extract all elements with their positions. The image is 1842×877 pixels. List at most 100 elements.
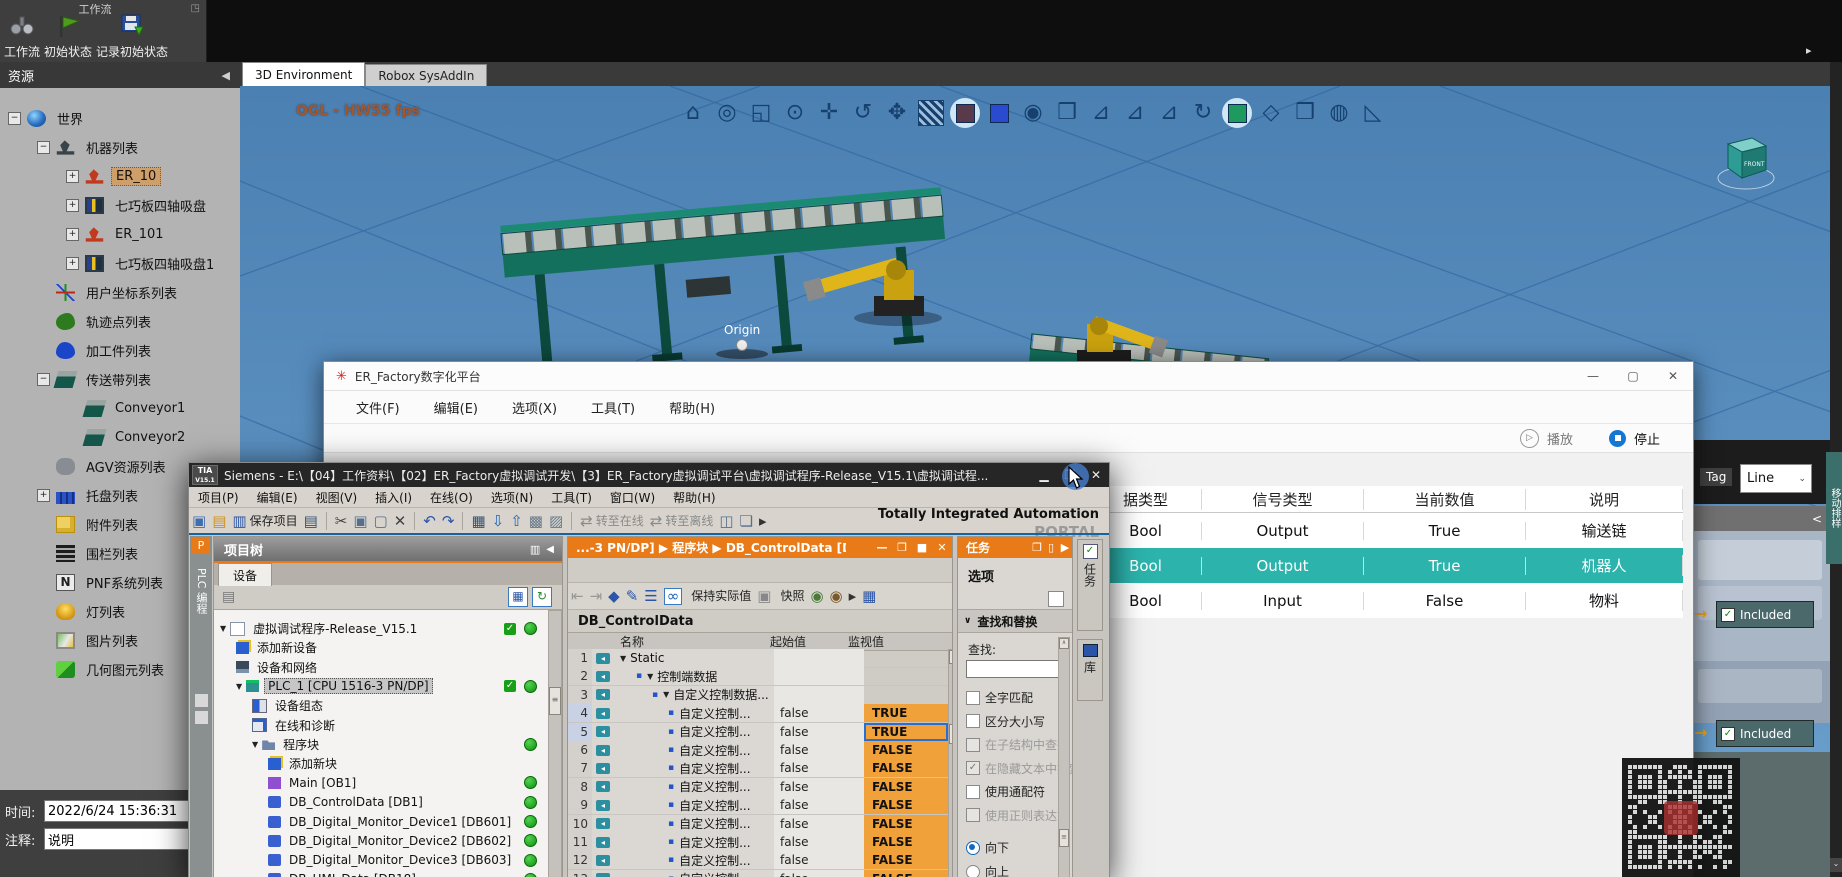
db-start-value[interactable]	[774, 667, 864, 685]
db-row-2[interactable]: 3◂▪▼自定义控制数据...	[568, 686, 948, 705]
right-vertical-tab[interactable]: 移动排样	[1826, 452, 1842, 564]
db-monitor-value[interactable]	[864, 649, 948, 667]
panel-collapse-icon[interactable]: ◀	[546, 544, 554, 555]
maximize-button[interactable]: ▢	[1613, 369, 1653, 383]
caret-down-icon[interactable]: ▼	[252, 740, 258, 749]
collapse-resource-panel-icon[interactable]: ◀	[222, 69, 230, 82]
side-tab-tasks[interactable]: ✓ 任务	[1077, 539, 1103, 631]
db-row-11[interactable]: 12◂▪自定义控制...falseFALSE	[568, 851, 948, 870]
collapse-right-panel-icon[interactable]: <	[1812, 512, 1822, 526]
resource-item-1[interactable]: −机器列表	[0, 133, 238, 162]
append-row-icon[interactable]: ⇥	[590, 589, 603, 604]
project-tree-item-10[interactable]: DB_Digital_Monitor_Device1 [DB601]	[214, 812, 560, 831]
right-panel-card[interactable]	[1698, 540, 1822, 580]
resource-item-8[interactable]: 加工件列表	[0, 336, 238, 365]
close-button[interactable]: ✕	[1653, 369, 1693, 383]
resource-item-9[interactable]: −传送带列表	[0, 365, 238, 394]
update-start-icon[interactable]: ✎	[626, 589, 639, 604]
resource-item-5[interactable]: +七巧板四轴吸盘1	[0, 249, 238, 278]
sphere-points-icon[interactable]: ◍	[1322, 96, 1356, 130]
db-row-1[interactable]: 2◂▪▼控制端数据	[568, 667, 948, 686]
cut-icon[interactable]: ✂	[335, 514, 348, 529]
db-monitor-value[interactable]	[864, 686, 948, 704]
project-tree-item-1[interactable]: 添加新设备	[214, 638, 560, 657]
sort-icon[interactable]: ▤	[222, 589, 235, 605]
find-input[interactable]	[966, 660, 1066, 678]
task-tool-icon[interactable]	[1048, 591, 1064, 607]
insert-row-icon[interactable]: ⇤	[571, 589, 584, 604]
tab-3d-environment[interactable]: 3D Environment	[242, 62, 365, 87]
box-view-icon[interactable]: ❒	[1050, 96, 1084, 130]
monitor-row-0[interactable]: BoolOutputTrue输送链	[1090, 513, 1683, 548]
snapshot-button[interactable]: 快照	[777, 590, 804, 602]
direction-radio-1[interactable]: 向上	[966, 863, 1009, 877]
project-tree-item-5[interactable]: 在线和诊断	[214, 716, 560, 735]
project-tree-item-13[interactable]: DB_HMI_Data [DB18]	[214, 870, 560, 877]
online-overview-icon[interactable]: ◫	[719, 514, 733, 529]
db-start-value[interactable]: false	[774, 778, 864, 796]
find-option-4[interactable]: 使用通配符	[966, 783, 1073, 800]
expand-all-icon[interactable]: ☰	[644, 589, 657, 604]
side-tab-library[interactable]: 库	[1077, 639, 1103, 701]
find-option-1[interactable]: 区分大小写	[966, 713, 1073, 730]
zoom-icon[interactable]: ⊙	[778, 96, 812, 130]
copy-icon[interactable]: ▣	[353, 514, 367, 529]
task-expand-icon[interactable]: ▶	[1058, 541, 1072, 554]
tia-menu-1[interactable]: 编辑(E)	[257, 489, 298, 506]
shaded-style-icon[interactable]	[948, 96, 982, 130]
strip-icon[interactable]	[195, 711, 208, 724]
db-monitor-value[interactable]: FALSE	[864, 851, 948, 869]
tia-menu-5[interactable]: 选项(N)	[491, 489, 533, 506]
checkbox-icon[interactable]	[966, 714, 980, 728]
strip-icon[interactable]	[195, 694, 208, 707]
resource-item-6[interactable]: 用户坐标系列表	[0, 278, 238, 307]
db-monitor-value[interactable]: TRUE	[864, 723, 948, 741]
tia-menu-4[interactable]: 在线(O)	[430, 489, 473, 506]
load-snapshot-icon[interactable]: ◉	[830, 589, 843, 604]
tia-title-bar[interactable]: TIAV15.1 Siemens - E:\【04】工作资料\【02】ER_Fa…	[189, 463, 1109, 487]
editor-float-icon[interactable]: ❐	[892, 541, 912, 554]
tia-minimize-button[interactable]: ▁	[1031, 468, 1057, 482]
center-target-icon[interactable]: ◉	[1016, 96, 1050, 130]
note-input[interactable]	[44, 828, 192, 850]
project-tree-item-7[interactable]: 添加新块	[214, 754, 560, 773]
tree-expander-icon[interactable]: +	[66, 228, 79, 241]
ribbon-button-1[interactable]: 初始状态	[44, 12, 92, 60]
radio-icon[interactable]	[966, 841, 980, 855]
solid-green-icon[interactable]	[1220, 96, 1254, 130]
included-toggle-1[interactable]: ✓Included	[1716, 720, 1814, 747]
db-row-6[interactable]: 7◂▪自定义控制...falseFALSE	[568, 759, 948, 778]
caret-down-icon[interactable]: ▼	[236, 682, 242, 691]
paste-icon[interactable]: ▢	[374, 514, 388, 529]
keep-values-button[interactable]: 保持实际值	[688, 590, 751, 602]
monitor-all-icon[interactable]: ∞	[664, 588, 683, 605]
project-tree-item-4[interactable]: 设备组态	[214, 696, 560, 715]
panel-options-icon[interactable]: ▥	[530, 543, 540, 556]
checkbox-icon[interactable]: ✓	[966, 761, 980, 775]
fit-view-icon[interactable]: ✥	[880, 96, 914, 130]
stop-cpu-icon[interactable]: ▨	[549, 514, 563, 529]
play-button[interactable]: ▷ 播放	[1520, 429, 1573, 448]
line-select[interactable]: Line ⌄	[1740, 464, 1812, 493]
zoom-window-icon[interactable]: ◱	[744, 96, 778, 130]
db-monitor-value[interactable]: FALSE	[864, 741, 948, 759]
rotate-axis-icon[interactable]: ↻	[1186, 96, 1220, 130]
radio-icon[interactable]	[966, 865, 980, 877]
resource-item-10[interactable]: Conveyor1	[0, 394, 238, 423]
task-panel-scrollbar[interactable]: ∧ ≡	[1058, 637, 1070, 877]
checkbox-icon[interactable]	[966, 691, 980, 705]
editor-breadcrumb-bar[interactable]: ...-3 PN/DP] ▶ 程序块 ▶ DB_ControlData [DB1…	[568, 537, 952, 558]
right-panel-card[interactable]	[1698, 669, 1822, 703]
task-float-icon[interactable]: ❐	[1030, 541, 1044, 554]
resource-item-11[interactable]: Conveyor2	[0, 423, 238, 452]
db-start-value[interactable]: false	[774, 815, 864, 833]
measure-distance-icon[interactable]: ◇	[1254, 96, 1288, 130]
project-tree-item-11[interactable]: DB_Digital_Monitor_Device2 [DB602]	[214, 831, 560, 850]
new-project-icon[interactable]: ▣	[192, 514, 206, 529]
topbar-expand-icon[interactable]: ▸	[1806, 44, 1812, 57]
scroll-down-icon[interactable]: ⌄	[1830, 858, 1842, 872]
db-row-3[interactable]: 4◂▪自定义控制...falseTRUE	[568, 704, 948, 723]
portal-tab[interactable]: P	[192, 538, 210, 554]
tree-expander-icon[interactable]: +	[37, 489, 50, 502]
upload-icon[interactable]: ⇧	[510, 514, 523, 529]
